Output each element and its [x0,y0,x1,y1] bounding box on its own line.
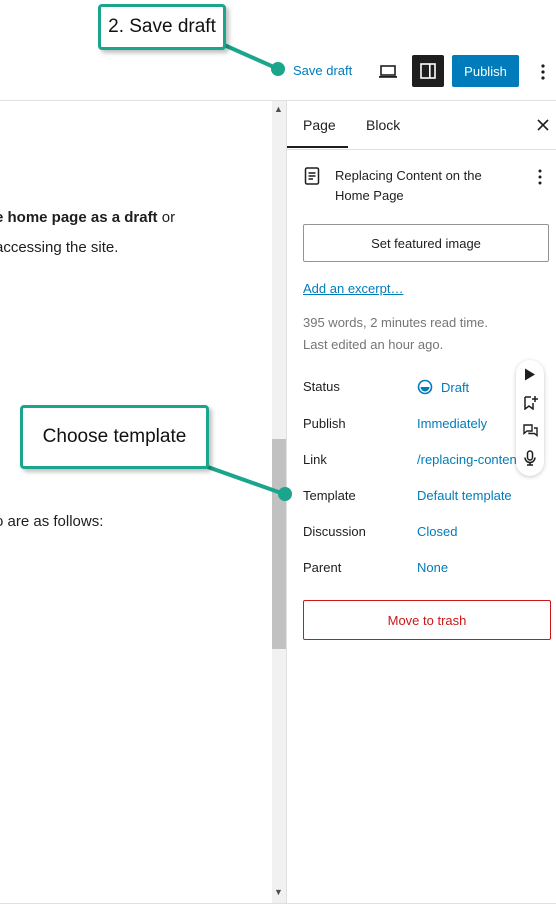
save-draft-callout: 2. Save draft [98,4,226,50]
choose-template-callout: Choose template [20,405,209,469]
save-draft-connector [221,42,277,70]
template-connector [204,464,285,496]
template-pointer [278,487,292,501]
save-draft-pointer [271,62,285,76]
